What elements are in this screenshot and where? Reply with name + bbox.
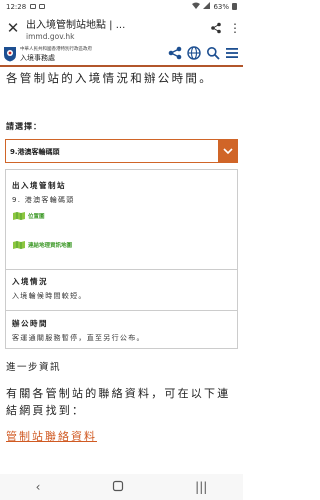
control-point-select[interactable]: 9.港澳客輪碼頭 [5, 139, 238, 163]
globe-icon[interactable] [187, 45, 201, 64]
status-bar: 12:28 63% [0, 0, 243, 13]
home-icon[interactable] [112, 480, 124, 495]
back-icon[interactable]: ‹ [36, 480, 41, 494]
battery-percent: 63% [213, 2, 229, 11]
recents-icon[interactable]: ||| [195, 480, 207, 494]
select-value: 9.港澳客輪碼頭 [10, 148, 60, 156]
notification-icon [39, 4, 46, 9]
location-map-label: 位置圖 [28, 214, 45, 220]
menu-icon[interactable] [225, 45, 239, 64]
contact-text: 有關各管制站的聯絡資料，可在以下連結網頁找到： [6, 387, 231, 417]
search-icon[interactable] [206, 45, 220, 64]
geo-map-label: 連結地理資訊地圖 [28, 243, 73, 249]
location-map-link[interactable]: 位置圖 [12, 211, 237, 221]
wifi-icon [192, 2, 201, 11]
battery-icon [232, 3, 237, 10]
system-nav-bar: ‹ ||| [0, 474, 243, 500]
government-name: 中華人民共和國香港特別行政區政府 [20, 46, 92, 52]
status-time: 12:28 [6, 2, 27, 11]
hours-heading: 辦公時間 [12, 319, 48, 328]
control-point-card: 出入境管制站 9. 港澳客輪碼頭 位置圖 連結地理資訊地圖 入境情況 入境輪候時… [5, 169, 238, 349]
page-url: immd.gov.hk [26, 31, 75, 41]
hours-text: 客運通關服務暫停，直至另行公布。 [12, 334, 145, 342]
divider [6, 310, 237, 311]
site-header: 中華人民共和國香港特別行政區政府 入境事務處 [0, 43, 243, 67]
intro-text: 各管制站的入境情況和辦公時間。 [6, 71, 213, 85]
station-heading: 出入境管制站 [12, 181, 66, 190]
signal-icon [203, 2, 211, 11]
geo-map-link[interactable]: 連結地理資訊地圖 [12, 240, 237, 250]
further-info-heading: 進一步資訊 [6, 362, 62, 373]
entry-heading: 入境情況 [12, 277, 48, 286]
divider [6, 269, 237, 270]
map-icon [13, 212, 25, 220]
share-icon[interactable] [168, 45, 182, 64]
share-icon[interactable] [205, 17, 227, 39]
notification-icon [30, 4, 37, 9]
emblem-logo-icon[interactable] [3, 46, 17, 62]
more-options-icon[interactable]: ⋮ [227, 21, 243, 35]
contact-info-link[interactable]: 管制站聯絡資料 [6, 428, 97, 444]
select-label: 請選擇： [6, 122, 42, 131]
page-title: 出入境管制站地點 | ... [26, 19, 126, 31]
department-name: 入境事務處 [20, 53, 55, 62]
map-icon [13, 241, 25, 249]
station-name: 9. 港澳客輪碼頭 [12, 196, 75, 204]
entry-text: 入境輪候時間較短。 [12, 292, 87, 300]
close-icon[interactable]: ✕ [0, 19, 26, 37]
chevron-down-icon[interactable] [218, 139, 238, 163]
browser-toolbar: ✕ 出入境管制站地點 | ... immd.gov.hk ⋮ [0, 13, 243, 43]
